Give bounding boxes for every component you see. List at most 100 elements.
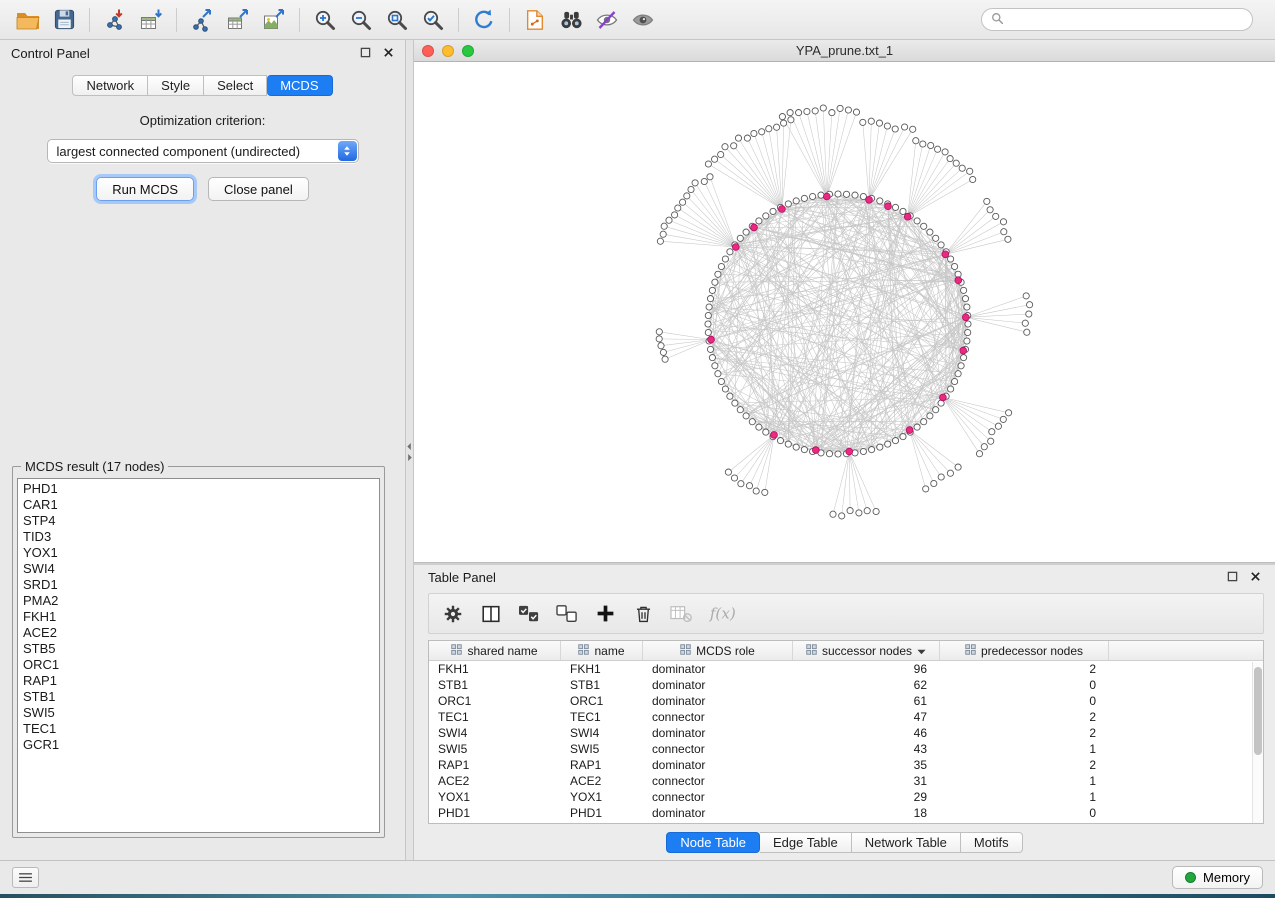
table-cell[interactable]: dominator bbox=[643, 757, 793, 773]
table-row[interactable]: PHD1PHD1dominator180 bbox=[429, 805, 1263, 821]
mcds-result-item[interactable]: GCR1 bbox=[23, 737, 379, 753]
tab-mcds[interactable]: MCDS bbox=[267, 75, 332, 96]
float-panel-icon[interactable] bbox=[360, 46, 371, 61]
mcds-result-item[interactable]: STP4 bbox=[23, 513, 379, 529]
table-cell[interactable]: 62 bbox=[793, 677, 940, 693]
table-cell[interactable]: 1 bbox=[940, 741, 1109, 757]
table-cell[interactable]: 2 bbox=[940, 725, 1109, 741]
table-cell[interactable]: 0 bbox=[940, 805, 1109, 821]
table-scrollbar[interactable] bbox=[1252, 662, 1263, 823]
close-panel-icon[interactable] bbox=[383, 46, 394, 61]
zoom-in-button[interactable] bbox=[307, 5, 343, 35]
mcds-result-item[interactable]: STB1 bbox=[23, 689, 379, 705]
table-cell[interactable]: 29 bbox=[793, 789, 940, 805]
tab-select[interactable]: Select bbox=[204, 75, 267, 96]
table-cell[interactable]: SWI4 bbox=[429, 725, 561, 741]
export-table-button[interactable] bbox=[220, 5, 256, 35]
table-cell[interactable]: 2 bbox=[940, 661, 1109, 677]
table-cell[interactable]: 35 bbox=[793, 757, 940, 773]
import-table-button[interactable] bbox=[133, 5, 169, 35]
table-cell[interactable]: 18 bbox=[793, 805, 940, 821]
zoom-fit-button[interactable] bbox=[379, 5, 415, 35]
table-cell[interactable]: dominator bbox=[643, 725, 793, 741]
table-cell[interactable]: SWI5 bbox=[561, 741, 643, 757]
table-cell[interactable]: 1 bbox=[940, 789, 1109, 805]
table-cell[interactable]: 43 bbox=[793, 741, 940, 757]
column-header-MCDS-role[interactable]: MCDS role bbox=[643, 641, 793, 660]
create-column-button[interactable] bbox=[589, 599, 621, 629]
table-cell[interactable]: ACE2 bbox=[429, 773, 561, 789]
close-panel-button[interactable]: Close panel bbox=[208, 177, 309, 201]
table-cell[interactable]: RAP1 bbox=[429, 757, 561, 773]
table-cell[interactable]: 2 bbox=[940, 757, 1109, 773]
deselect-all-button[interactable] bbox=[551, 599, 583, 629]
tab-style[interactable]: Style bbox=[148, 75, 204, 96]
table-cell[interactable]: 46 bbox=[793, 725, 940, 741]
table-cell[interactable]: FKH1 bbox=[561, 661, 643, 677]
table-cell[interactable]: RAP1 bbox=[561, 757, 643, 773]
apply-layout-button[interactable] bbox=[466, 5, 502, 35]
table-row[interactable]: YOX1YOX1connector291 bbox=[429, 789, 1263, 805]
table-cell[interactable]: 31 bbox=[793, 773, 940, 789]
table-cell[interactable]: YOX1 bbox=[429, 789, 561, 805]
table-cell[interactable]: 47 bbox=[793, 709, 940, 725]
table-close-icon[interactable] bbox=[1250, 570, 1261, 585]
table-cell[interactable]: STB1 bbox=[561, 677, 643, 693]
table-cell[interactable]: ORC1 bbox=[429, 693, 561, 709]
show-columns-button[interactable] bbox=[475, 599, 507, 629]
table-cell[interactable]: PHD1 bbox=[429, 805, 561, 821]
mcds-result-item[interactable]: TID3 bbox=[23, 529, 379, 545]
table-cell[interactable]: SWI5 bbox=[429, 741, 561, 757]
table-cell[interactable]: connector bbox=[643, 789, 793, 805]
mcds-result-item[interactable]: SWI5 bbox=[23, 705, 379, 721]
table-cell[interactable]: connector bbox=[643, 773, 793, 789]
zoom-out-button[interactable] bbox=[343, 5, 379, 35]
splitter-collapse-icons[interactable] bbox=[406, 442, 413, 462]
table-cell[interactable]: dominator bbox=[643, 677, 793, 693]
table-cell[interactable]: 1 bbox=[940, 773, 1109, 789]
column-header-predecessor-nodes[interactable]: predecessor nodes bbox=[940, 641, 1109, 660]
select-all-button[interactable] bbox=[513, 599, 545, 629]
export-network-button[interactable] bbox=[184, 5, 220, 35]
mcds-result-item[interactable]: ACE2 bbox=[23, 625, 379, 641]
table-row[interactable]: SWI4SWI4dominator462 bbox=[429, 725, 1263, 741]
tab-network-table[interactable]: Network Table bbox=[852, 832, 961, 853]
mcds-result-item[interactable]: ORC1 bbox=[23, 657, 379, 673]
table-cell[interactable]: 96 bbox=[793, 661, 940, 677]
export-image-button[interactable] bbox=[256, 5, 292, 35]
memory-button[interactable]: Memory bbox=[1172, 866, 1263, 889]
hide-graphics-details-button[interactable] bbox=[589, 5, 625, 35]
mcds-result-item[interactable]: TEC1 bbox=[23, 721, 379, 737]
mcds-result-list[interactable]: PHD1CAR1STP4TID3YOX1SWI4SRD1PMA2FKH1ACE2… bbox=[17, 478, 380, 833]
mcds-result-item[interactable]: YOX1 bbox=[23, 545, 379, 561]
panel-splitter[interactable] bbox=[405, 40, 414, 860]
table-cell[interactable]: 0 bbox=[940, 677, 1109, 693]
table-cell[interactable]: dominator bbox=[643, 805, 793, 821]
tab-network[interactable]: Network bbox=[72, 75, 148, 96]
mcds-result-item[interactable]: RAP1 bbox=[23, 673, 379, 689]
import-network-button[interactable] bbox=[97, 5, 133, 35]
table-cell[interactable]: ORC1 bbox=[561, 693, 643, 709]
column-header-successor-nodes[interactable]: successor nodes bbox=[793, 641, 940, 660]
table-cell[interactable]: 61 bbox=[793, 693, 940, 709]
network-graph[interactable] bbox=[414, 62, 1275, 563]
zoom-selected-button[interactable] bbox=[415, 5, 451, 35]
search-input[interactable] bbox=[1010, 13, 1243, 27]
table-row[interactable]: TEC1TEC1connector472 bbox=[429, 709, 1263, 725]
search-box[interactable] bbox=[981, 8, 1253, 31]
scrollbar-thumb[interactable] bbox=[1254, 667, 1262, 755]
run-mcds-button[interactable]: Run MCDS bbox=[96, 177, 194, 201]
save-session-button[interactable] bbox=[46, 5, 82, 35]
table-cell[interactable]: 0 bbox=[940, 693, 1109, 709]
table-cell[interactable]: TEC1 bbox=[429, 709, 561, 725]
table-cell[interactable]: dominator bbox=[643, 661, 793, 677]
mcds-result-item[interactable]: FKH1 bbox=[23, 609, 379, 625]
table-options-button[interactable] bbox=[437, 599, 469, 629]
network-canvas[interactable] bbox=[414, 62, 1275, 562]
table-cell[interactable]: dominator bbox=[643, 693, 793, 709]
table-cell[interactable]: ACE2 bbox=[561, 773, 643, 789]
table-cell[interactable]: connector bbox=[643, 709, 793, 725]
show-graphics-details-button[interactable] bbox=[625, 5, 661, 35]
table-cell[interactable]: FKH1 bbox=[429, 661, 561, 677]
table-row[interactable]: FKH1FKH1dominator962 bbox=[429, 661, 1263, 677]
